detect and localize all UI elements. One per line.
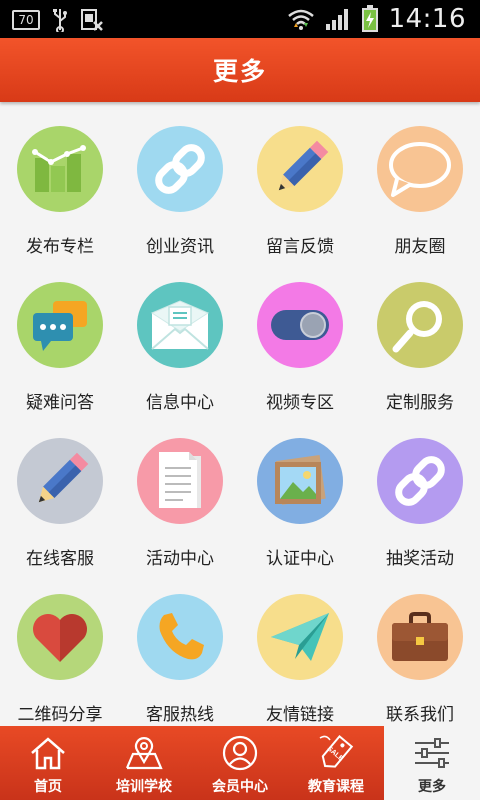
magnifier-icon <box>377 282 463 368</box>
menu-item-label: 朋友圈 <box>394 237 446 257</box>
toggle-icon <box>257 282 343 368</box>
link-icon <box>137 126 223 212</box>
menu-item[interactable]: 联系我们 <box>360 572 480 728</box>
menu-item-label: 留言反馈 <box>266 237 334 257</box>
menu-item-label: 联系我们 <box>386 705 454 725</box>
menu-item-label: 抽奖活动 <box>386 549 454 569</box>
nav-tab-label: 更多 <box>418 779 446 795</box>
sim-blocked-icon <box>80 8 104 32</box>
bar-chart-icon <box>17 126 103 212</box>
menu-item[interactable]: 视频专区 <box>240 260 360 416</box>
menu-item-label: 定制服务 <box>386 393 454 413</box>
menu-item[interactable]: 二维码分享 <box>0 572 120 728</box>
menu-item[interactable]: 发布专栏 <box>0 104 120 260</box>
menu-item-label: 视频专区 <box>266 393 334 413</box>
menu-item-label: 客服热线 <box>146 705 214 725</box>
menu-item[interactable]: 疑难问答 <box>0 260 120 416</box>
chat-bubbles-icon <box>17 282 103 368</box>
menu-item-label: 发布专栏 <box>26 237 94 257</box>
nav-tab[interactable]: 会员中心 <box>192 726 288 800</box>
menu-item[interactable]: 朋友圈 <box>360 104 480 260</box>
status-left: 70 <box>12 8 104 32</box>
nav-tab-label: 培训学校 <box>116 779 172 795</box>
paper-plane-icon <box>257 594 343 680</box>
menu-item-label: 二维码分享 <box>17 705 103 725</box>
page-title: 更多 <box>212 57 267 86</box>
speech-bubble-icon <box>377 126 463 212</box>
heart-icon <box>17 594 103 680</box>
menu-item-label: 疑难问答 <box>26 393 94 413</box>
nav-tab[interactable]: 首页 <box>0 726 96 800</box>
menu-item[interactable]: 认证中心 <box>240 416 360 572</box>
menu-item[interactable]: 活动中心 <box>120 416 240 572</box>
menu-item[interactable]: 创业资讯 <box>120 104 240 260</box>
menu-item[interactable]: 友情链接 <box>240 572 360 728</box>
status-right: 14:16 <box>287 4 466 34</box>
nav-tab[interactable]: 培训学校 <box>96 726 192 800</box>
menu-item-label: 创业资讯 <box>146 237 214 257</box>
home-icon <box>30 734 66 772</box>
nav-tab[interactable]: 更多 <box>384 726 480 800</box>
battery-percent-indicator: 70 <box>12 10 40 30</box>
menu-grid: 发布专栏 创业资讯 留言反馈 朋友圈疑难问答 信息中心 视频专区 定制服务在线客服 活动中心 认… <box>0 104 480 726</box>
menu-item[interactable]: 留言反馈 <box>240 104 360 260</box>
menu-item[interactable]: 客服热线 <box>120 572 240 728</box>
wifi-icon <box>287 7 315 31</box>
map-pin-icon <box>125 734 163 772</box>
link-icon <box>377 438 463 524</box>
sliders-icon <box>413 734 451 772</box>
battery-charging-icon <box>361 5 379 33</box>
clock: 14:16 <box>388 4 466 34</box>
menu-item[interactable]: 信息中心 <box>120 260 240 416</box>
menu-item-label: 信息中心 <box>146 393 214 413</box>
pencil-icon <box>17 438 103 524</box>
menu-item-label: 在线客服 <box>26 549 94 569</box>
user-icon <box>222 734 258 772</box>
briefcase-icon <box>377 594 463 680</box>
usb-icon <box>52 8 68 32</box>
phone-icon <box>137 594 223 680</box>
signal-icon <box>325 7 351 31</box>
nav-tab[interactable]: SALE 教育课程 <box>288 726 384 800</box>
menu-item[interactable]: 抽奖活动 <box>360 416 480 572</box>
app-header: 更多 <box>0 38 480 102</box>
nav-tab-label: 会员中心 <box>212 779 268 795</box>
pencil-icon <box>257 126 343 212</box>
nav-tab-label: 教育课程 <box>308 779 364 795</box>
menu-item-label: 友情链接 <box>266 705 334 725</box>
envelope-icon <box>137 282 223 368</box>
svg-text:SALE: SALE <box>326 745 345 763</box>
bottom-nav: 首页 培训学校 会员中心 SALE 教育课程 更多 <box>0 726 480 800</box>
menu-item[interactable]: 定制服务 <box>360 260 480 416</box>
sale-tag-icon: SALE <box>316 734 356 772</box>
menu-item-label: 认证中心 <box>266 549 334 569</box>
picture-icon <box>257 438 343 524</box>
document-icon <box>137 438 223 524</box>
menu-item[interactable]: 在线客服 <box>0 416 120 572</box>
nav-tab-label: 首页 <box>34 779 62 795</box>
menu-item-label: 活动中心 <box>146 549 214 569</box>
status-bar: 70 14:16 <box>0 0 480 38</box>
